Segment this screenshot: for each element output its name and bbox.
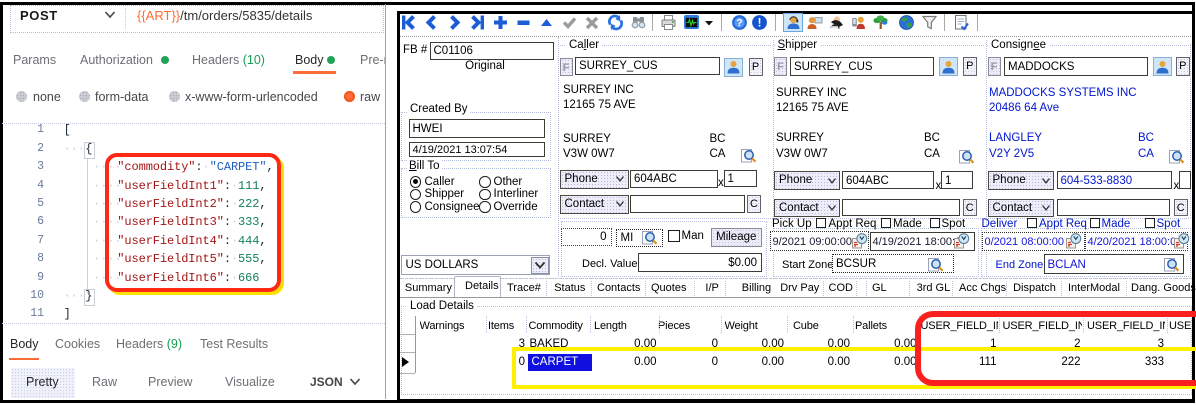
svg-text:!: ! — [758, 18, 762, 30]
svg-text:?: ? — [736, 17, 742, 29]
